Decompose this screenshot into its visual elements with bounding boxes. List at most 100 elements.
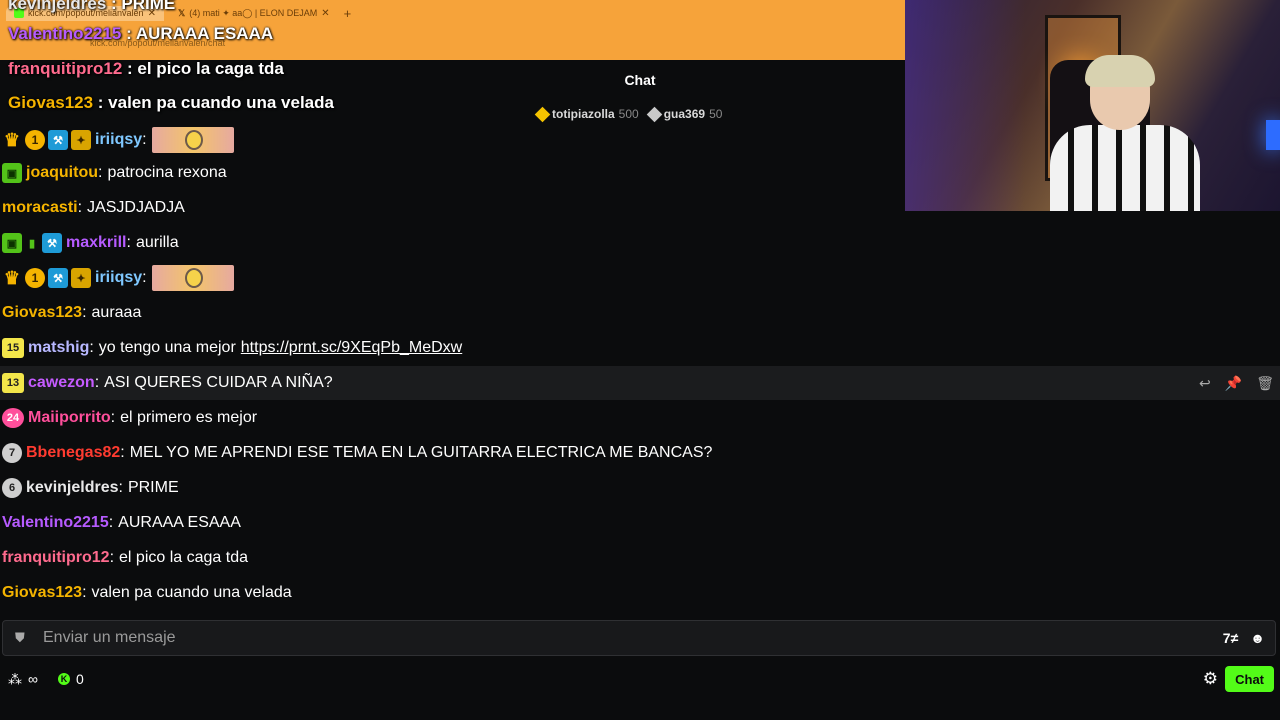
chat-username[interactable]: moracasti — [2, 199, 78, 217]
chat-text: valen pa cuando una velada — [91, 584, 292, 601]
reply-icon[interactable]: ↩ — [1199, 375, 1211, 392]
chat-message[interactable]: Giovas123: auraaa — [0, 296, 1280, 330]
chat-username[interactable]: Maiiporrito — [28, 409, 111, 427]
close-tab-icon[interactable]: ✕ — [321, 8, 329, 19]
viewer-count: ⁂ ∞ — [8, 671, 38, 688]
chat-username[interactable]: matshig — [28, 339, 89, 357]
input-tools: 7≠ ☻ — [1223, 630, 1265, 646]
moderator-badge-icon: ⚒ — [48, 268, 68, 288]
subscriber-badge: 13 — [2, 373, 24, 393]
pin-icon[interactable]: 📌 — [1225, 375, 1242, 392]
separator: : — [120, 444, 125, 461]
first-badge-icon: 1 — [25, 268, 45, 288]
chat-message[interactable]: ▣ ▮ ⚒ maxkrill: aurilla — [0, 226, 1280, 260]
chat-text: auraaa — [91, 304, 142, 321]
shield-icon[interactable]: ⛊ — [15, 630, 31, 646]
chat-message[interactable]: 13 cawezon: ASI QUERES CUIDAR A NIÑA? ↩ … — [0, 366, 1280, 400]
separator: : — [94, 374, 100, 391]
emoji-icon[interactable]: ☻ — [1250, 630, 1265, 646]
chat-username[interactable]: maxkrill — [66, 234, 126, 252]
chat-username[interactable]: iriiqsy — [95, 269, 142, 287]
chat-username[interactable]: Giovas123 — [2, 304, 82, 322]
separator: : — [118, 479, 123, 496]
settings-gear-icon[interactable]: ⚙ — [1203, 669, 1218, 689]
overlay-text: AURAAA ESAAA — [135, 24, 274, 43]
chat-message[interactable]: 15 matshig: yo tengo una mejor https://p… — [0, 331, 1280, 365]
chat-footer: ⁂ ∞ K 0 ⚙ Chat — [0, 664, 1280, 694]
badge-list: 24 — [2, 408, 24, 428]
first-badge-icon: 1 — [25, 130, 45, 150]
chat-message[interactable]: 7 Bbenegas82: MEL YO ME APRENDI ESE TEMA… — [0, 436, 1280, 470]
separator: : — [108, 514, 114, 531]
chat-username[interactable]: franquitipro12 — [2, 549, 110, 567]
gifter-entry[interactable]: gua369 50 — [646, 106, 723, 122]
chat-link[interactable]: https://prnt.sc/9XEqPb_MeDxw — [241, 339, 462, 357]
badge-list: ♛ 1 ⚒ ✦ — [2, 268, 91, 288]
new-tab-icon[interactable]: + — [344, 6, 352, 21]
chat-title: Chat — [624, 72, 656, 88]
points-display[interactable]: K 0 — [57, 671, 84, 687]
chat-username[interactable]: kevinjeldres — [26, 479, 119, 497]
overlay-username: Giovas123 — [8, 93, 94, 112]
subscriber-badge: 15 — [2, 338, 24, 358]
gifter-name: gua369 — [663, 107, 706, 121]
gifter-entry[interactable]: totipiazolla 500 — [534, 106, 639, 122]
subscriber-badge: 24 — [2, 408, 24, 428]
overlay-username: franquitipro12 — [8, 59, 123, 78]
users-icon: ⁂ — [8, 670, 22, 687]
top-gifters: totipiazolla 500 gua369 50 — [534, 106, 723, 122]
streamer-hair — [1085, 55, 1155, 87]
delete-icon[interactable]: 🗑 — [1256, 375, 1274, 392]
chat-message[interactable]: ♛ 1 ⚒ ✦ iriiqsy: — [0, 261, 1280, 295]
chat-text: yo tengo una mejor — [98, 339, 236, 356]
overlay-message: Giovas123 : valen pa cuando una velada — [8, 93, 334, 112]
gift-gold-icon — [534, 106, 551, 122]
separator: : — [89, 339, 94, 356]
overlay-message: franquitipro12 : el pico la caga tda — [8, 59, 284, 78]
chat-username[interactable]: cawezon — [28, 374, 95, 392]
gifter-count: 50 — [709, 107, 723, 121]
chat-username[interactable]: Giovas123 — [2, 584, 82, 602]
chat-send-button[interactable]: Chat — [1225, 666, 1274, 692]
points-icon: K — [57, 673, 70, 685]
chat-username[interactable]: Valentino2215 — [2, 514, 109, 532]
chat-text: MEL YO ME APRENDI ESE TEMA EN LA GUITARR… — [129, 444, 713, 461]
minion-emote-icon — [151, 265, 234, 291]
chat-message[interactable]: 24 Maiiporrito: el primero es mejor — [0, 401, 1280, 435]
subscriber-badge: 6 — [2, 478, 22, 498]
chat-username[interactable]: Bbenegas82 — [26, 444, 120, 462]
separator: : — [142, 269, 147, 286]
chat-message[interactable]: ▣ joaquitou: patrocina rexona — [0, 156, 1280, 190]
badge-list: 13 — [2, 373, 24, 393]
chat-text: ASI QUERES CUIDAR A NIÑA? — [104, 374, 333, 391]
tab-label: (4) mati ✦ aa◯ | ELON DEJAM — [189, 7, 318, 18]
seven-tv-icon[interactable]: 7≠ — [1223, 630, 1238, 646]
browser-tab[interactable]: 𝕏 (4) mati ✦ aa◯ | ELON DEJAM ✕ — [170, 6, 338, 21]
message-input[interactable] — [41, 628, 1223, 648]
chat-message[interactable]: franquitipro12: el pico la caga tda — [0, 541, 1280, 575]
message-input-box: ⛊ 7≠ ☻ — [2, 620, 1276, 656]
badge-list: 6 — [2, 478, 22, 498]
chat-message[interactable]: ♛ 1 ⚒ ✦ iriiqsy: — [0, 123, 1280, 157]
badge-list: 7 — [2, 443, 22, 463]
chat-text: PRIME — [127, 479, 179, 496]
chat-message[interactable]: 6 kevinjeldres: PRIME — [0, 471, 1280, 505]
overlay-message: Valentino2215 : AURAAA ESAAA — [8, 24, 274, 43]
chat-text: el pico la caga tda — [119, 549, 248, 566]
chat-message[interactable]: Valentino2215: AURAAA ESAAA — [0, 506, 1280, 540]
chat-text: JASJDJADJA — [87, 199, 185, 216]
separator: : — [82, 304, 87, 321]
moderator-badge-icon: ⚒ — [42, 233, 62, 253]
gift-badge-icon: ▣ — [2, 233, 22, 253]
chat-message[interactable]: moracasti: JASJDJADJA — [0, 191, 1280, 225]
gifter-name: totipiazolla — [552, 107, 615, 121]
x-favicon-icon: 𝕏 — [177, 7, 186, 18]
chat-message[interactable]: Giovas123: valen pa cuando una velada — [0, 576, 1280, 610]
chat-username[interactable]: joaquitou — [26, 164, 98, 182]
moderator-badge-icon: ⚒ — [48, 130, 68, 150]
badge-list: 15 — [2, 338, 24, 358]
badge-list: ▣ — [2, 163, 22, 183]
chat-username[interactable]: iriiqsy — [95, 131, 142, 149]
viewer-count-value: ∞ — [28, 671, 38, 687]
points-value: 0 — [75, 671, 84, 687]
